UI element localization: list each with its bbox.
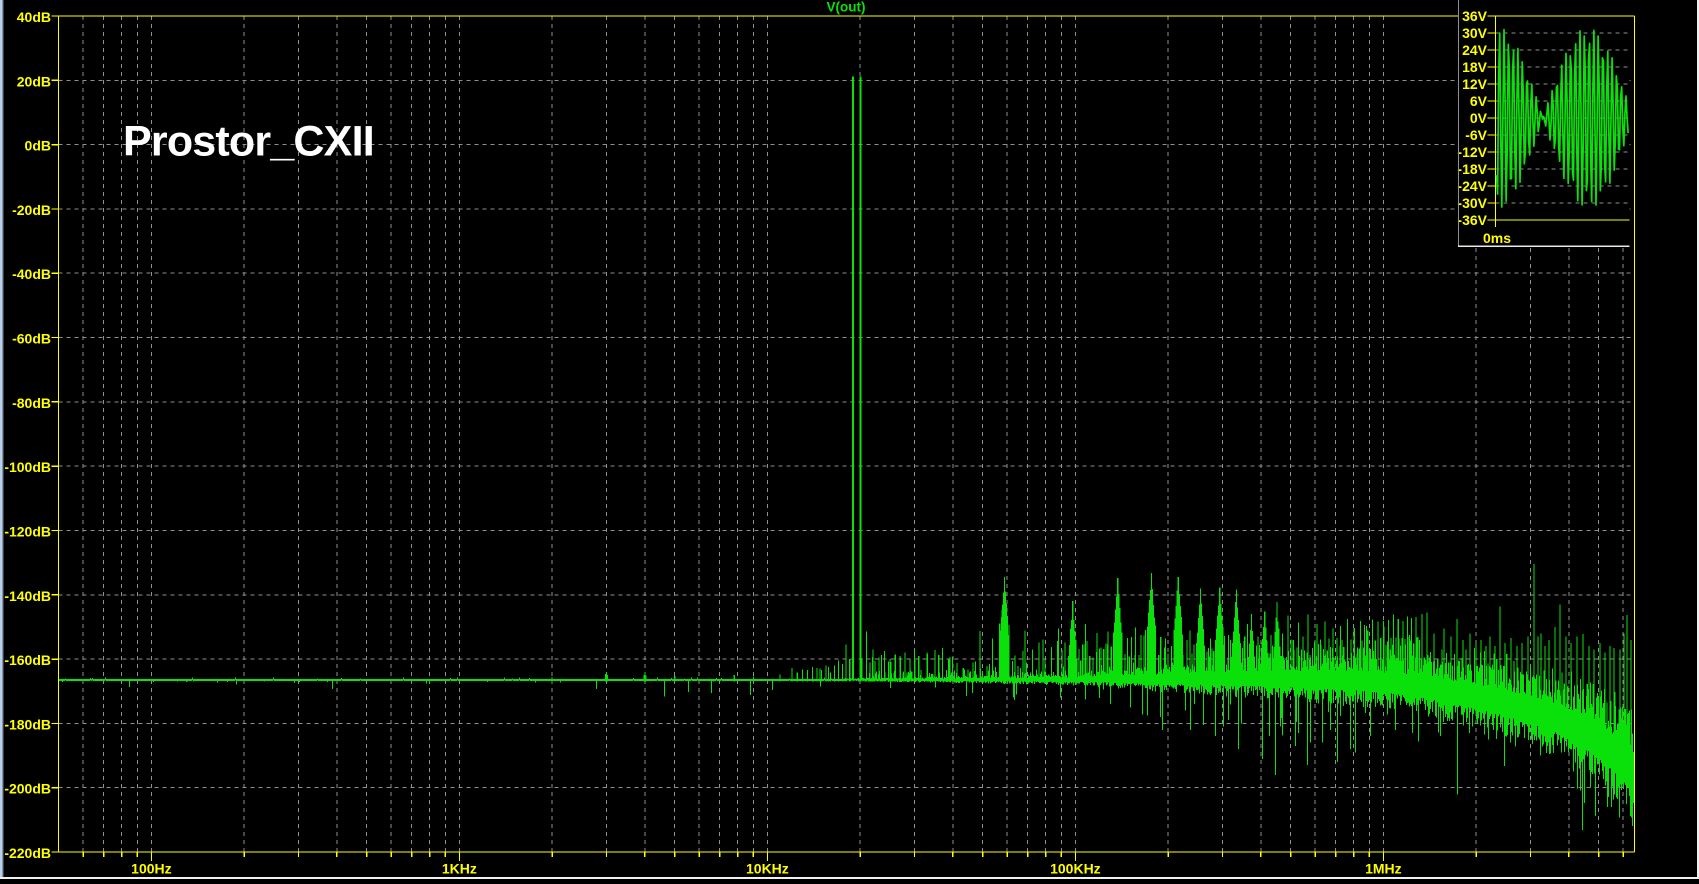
svg-text:36V: 36V	[1462, 8, 1488, 24]
svg-text:24V: 24V	[1462, 42, 1488, 58]
svg-text:-40dB: -40dB	[12, 266, 51, 282]
svg-text:0ms: 0ms	[1483, 230, 1511, 246]
svg-text:-20dB: -20dB	[12, 202, 51, 218]
svg-text:1MHz: 1MHz	[1365, 861, 1402, 877]
svg-text:-80dB: -80dB	[12, 395, 51, 411]
svg-text:-220dB: -220dB	[4, 845, 51, 861]
svg-text:Prostor_CXII: Prostor_CXII	[123, 118, 374, 166]
svg-text:1KHz: 1KHz	[442, 861, 477, 877]
svg-text:-60dB: -60dB	[12, 331, 51, 347]
svg-text:-6V: -6V	[1465, 127, 1487, 143]
svg-text:0dB: 0dB	[25, 138, 51, 154]
svg-text:18V: 18V	[1462, 59, 1488, 75]
svg-text:-18V: -18V	[1457, 161, 1487, 177]
svg-text:-180dB: -180dB	[4, 716, 51, 732]
svg-text:-12V: -12V	[1457, 144, 1487, 160]
svg-text:20dB: 20dB	[17, 73, 51, 89]
svg-text:-120dB: -120dB	[4, 524, 51, 540]
svg-text:100Hz: 100Hz	[131, 861, 171, 877]
svg-text:V(out): V(out)	[827, 0, 866, 15]
svg-text:-100dB: -100dB	[4, 459, 51, 475]
svg-text:6V: 6V	[1470, 93, 1488, 109]
svg-text:0V: 0V	[1470, 110, 1488, 126]
svg-text:-160dB: -160dB	[4, 652, 51, 668]
svg-text:12V: 12V	[1462, 76, 1488, 92]
svg-text:30V: 30V	[1462, 25, 1488, 41]
svg-text:-36V: -36V	[1457, 212, 1487, 228]
svg-text:100KHz: 100KHz	[1050, 861, 1101, 877]
svg-text:10KHz: 10KHz	[746, 861, 789, 877]
svg-text:-30V: -30V	[1457, 195, 1487, 211]
svg-text:-24V: -24V	[1457, 178, 1487, 194]
svg-text:-200dB: -200dB	[4, 781, 51, 797]
svg-text:40dB: 40dB	[17, 9, 51, 25]
svg-text:-140dB: -140dB	[4, 588, 51, 604]
